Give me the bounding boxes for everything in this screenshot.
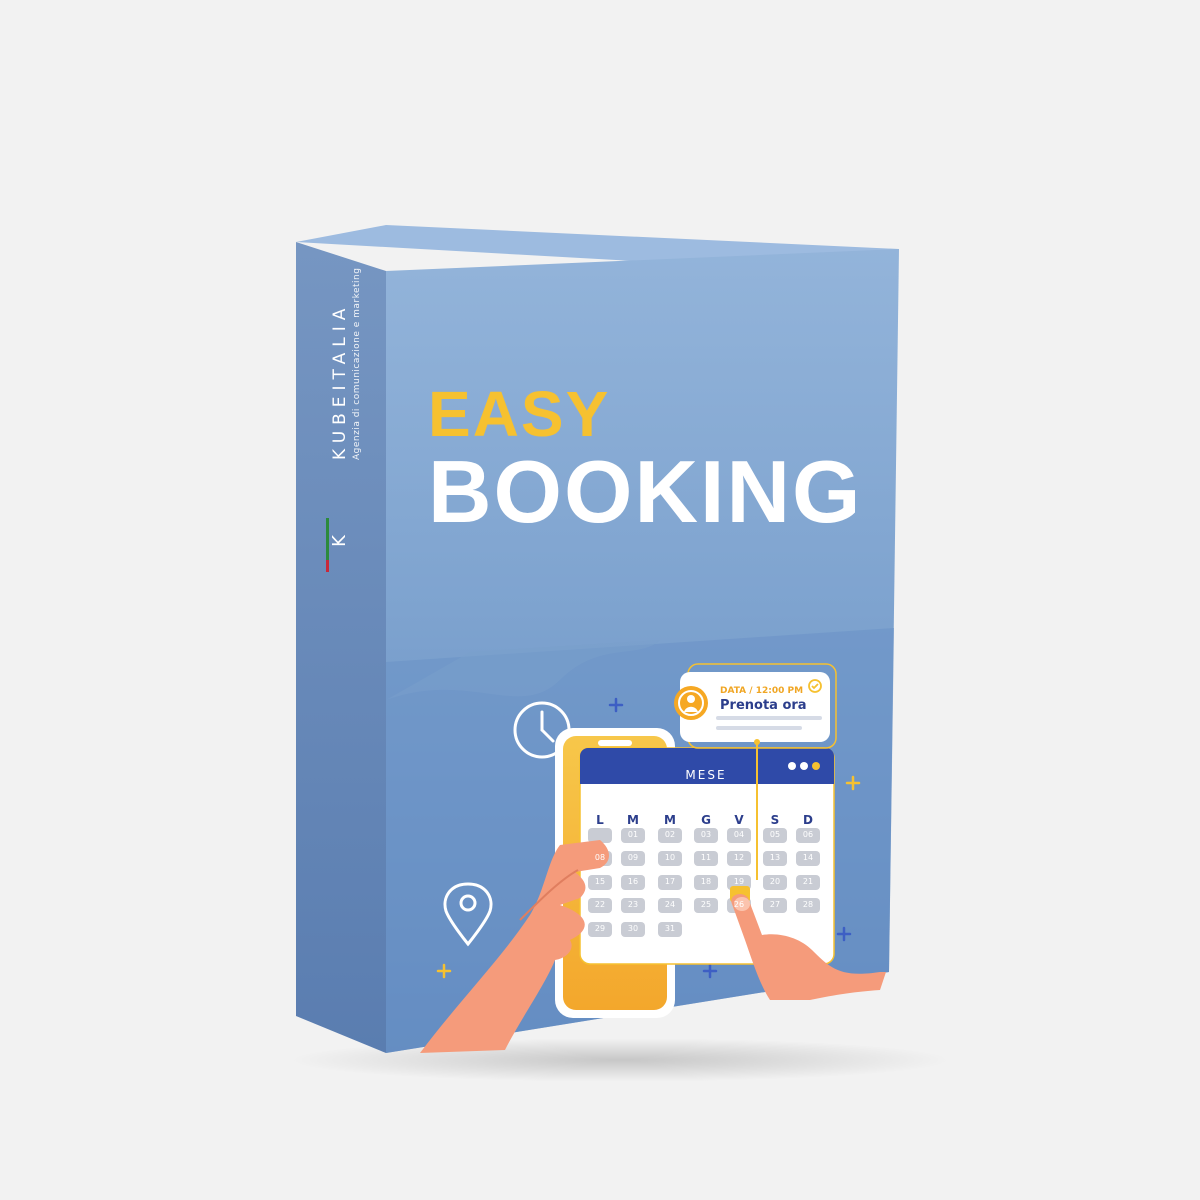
calendar-day-number: 21 xyxy=(802,877,814,886)
calendar-weekday: S xyxy=(770,813,780,827)
calendar-day-number: 31 xyxy=(664,924,676,933)
calendar-day-number: 02 xyxy=(664,830,676,839)
calendar-weekday: L xyxy=(596,813,604,827)
calendar-day-number: 15 xyxy=(594,877,606,886)
calendar-weekday: M xyxy=(627,813,639,827)
calendar-weekday: M xyxy=(664,813,676,827)
calendar-day-number: 16 xyxy=(627,877,639,886)
calendar-day-number: 28 xyxy=(802,900,814,909)
calendar-day-number: 03 xyxy=(700,830,712,839)
calendar-day-number: 30 xyxy=(627,924,639,933)
calendar-weekday: D xyxy=(803,813,813,827)
calendar-day-number: 18 xyxy=(700,877,712,886)
brand-logo-letter: K xyxy=(328,535,350,547)
notification-title: Prenota ora xyxy=(720,698,807,713)
product-box-scene xyxy=(290,225,950,1082)
calendar-day-number: 06 xyxy=(802,830,814,839)
calendar-day-number: 08 xyxy=(594,853,606,862)
calendar-day-number: 14 xyxy=(802,853,814,862)
calendar-day-number: 24 xyxy=(664,900,676,909)
notification-label: DATA / 12:00 PM xyxy=(720,686,804,696)
calendar-day-number: 17 xyxy=(664,877,676,886)
calendar-day-number: 26 xyxy=(733,900,745,909)
calendar-month-label: MESE xyxy=(685,768,727,782)
calendar-day-number: 23 xyxy=(627,900,639,909)
calendar-day-number: 09 xyxy=(627,853,639,862)
title-line-2: BOOKING xyxy=(428,442,863,541)
calendar-day-number: 22 xyxy=(594,900,606,909)
calendar-day-number: 27 xyxy=(769,900,781,909)
calendar-day-number: 25 xyxy=(700,900,712,909)
user-icon xyxy=(674,686,708,720)
calendar-day-number: 05 xyxy=(769,830,781,839)
brand-logo: K xyxy=(326,518,350,572)
calendar-day-number: 29 xyxy=(594,924,606,933)
calendar-day-number: 13 xyxy=(769,853,781,862)
calendar-day-number: 10 xyxy=(664,853,676,862)
calendar-day-number: 04 xyxy=(733,830,745,839)
calendar-weekday: V xyxy=(734,813,744,827)
calendar-weekday: G xyxy=(701,813,711,827)
calendar-day-number: 12 xyxy=(733,853,745,862)
brand-name: KUBEITALIA xyxy=(330,302,350,460)
brand-tagline: Agenzia di comunicazione e marketing xyxy=(352,267,362,460)
calendar-day-number: 19 xyxy=(733,877,745,886)
title-line-1: EASY xyxy=(428,378,611,450)
calendar-day-number: 11 xyxy=(700,853,712,862)
calendar-day-number: 01 xyxy=(627,830,639,839)
calendar-day-number: 20 xyxy=(769,877,781,886)
